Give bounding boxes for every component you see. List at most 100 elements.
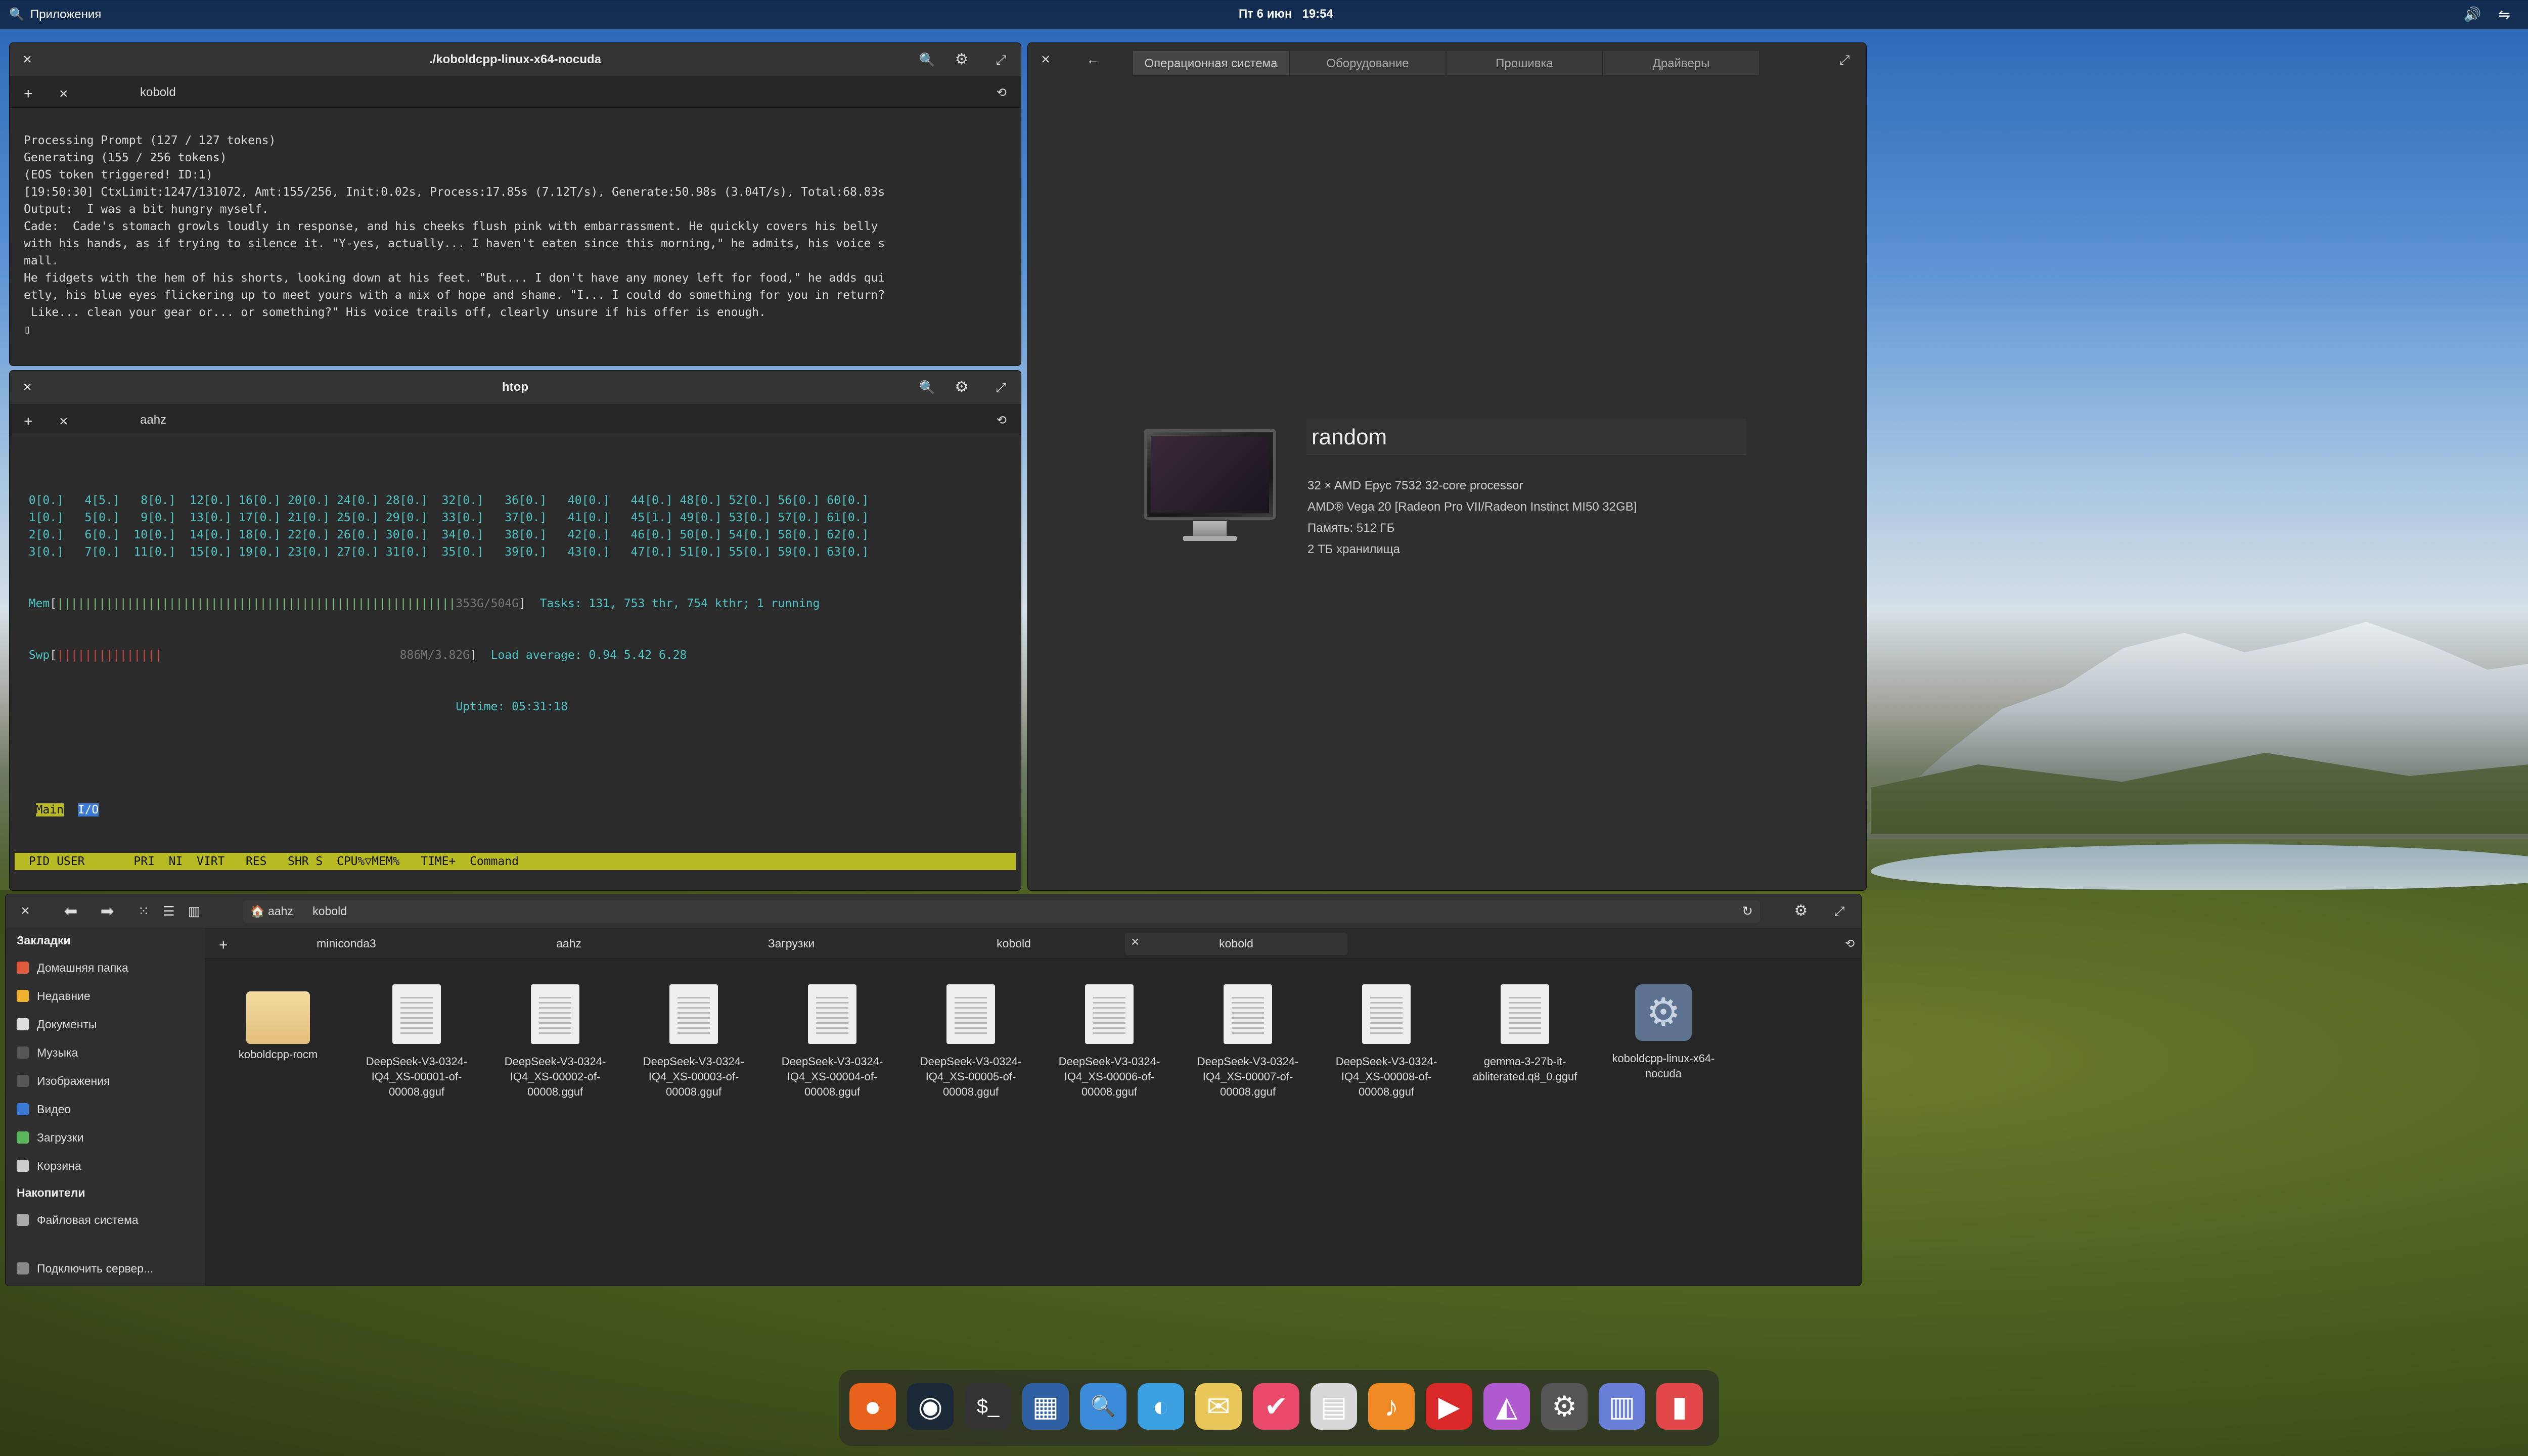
bookmark-icon xyxy=(17,1046,29,1059)
files-icon[interactable]: 🔍 xyxy=(1080,1383,1126,1430)
sidebar-item[interactable]: Видео xyxy=(6,1095,205,1123)
path-segment-current[interactable]: kobold xyxy=(312,904,347,918)
back-arrow-icon[interactable]: ← xyxy=(1084,50,1103,69)
tab-system-2[interactable]: Прошивка xyxy=(1446,51,1603,76)
history-icon[interactable]: ⟲ xyxy=(987,81,1016,104)
sidebar-item[interactable]: Недавние xyxy=(6,982,205,1010)
file-icon xyxy=(1501,984,1549,1044)
clock[interactable]: Пт 6 июн 19:54 xyxy=(1239,7,1333,21)
multitasking-icon[interactable]: ▦ xyxy=(1022,1383,1069,1430)
web-browser-icon[interactable]: ◐ xyxy=(1138,1383,1184,1430)
tasks-icon[interactable]: ✔ xyxy=(1253,1383,1299,1430)
path-bar[interactable]: 🏠 aahz kobold ↻ xyxy=(243,900,1760,923)
sidebar-item[interactable]: Домашняя папка xyxy=(6,953,205,982)
executable-icon: ⚙ xyxy=(1635,984,1692,1041)
new-tab-icon[interactable]: + xyxy=(15,409,42,431)
tab-загрузки[interactable]: Загрузки xyxy=(680,933,902,955)
file-item[interactable]: DeepSeek-V3-0324-IQ4_XS-00001-of-00008.g… xyxy=(353,984,480,1100)
calendar-icon[interactable]: ▤ xyxy=(1311,1383,1357,1430)
process-header[interactable]: PID USER PRI NI VIRT RES SHR S CPU%▽MEM%… xyxy=(15,853,1016,870)
music-icon[interactable]: ♪ xyxy=(1368,1383,1415,1430)
appcenter-icon[interactable]: ▥ xyxy=(1599,1383,1645,1430)
file-item[interactable]: DeepSeek-V3-0324-IQ4_XS-00003-of-00008.g… xyxy=(630,984,757,1100)
sidebar-item-filesystem[interactable]: Файловая система xyxy=(6,1206,205,1234)
gear-icon[interactable]: ⚙ xyxy=(952,378,971,397)
reload-icon[interactable]: ↻ xyxy=(1742,903,1753,919)
software-icon[interactable]: ▮ xyxy=(1656,1383,1703,1430)
gear-icon[interactable]: ⚙ xyxy=(952,50,971,69)
grid-view-icon[interactable]: ⁙ xyxy=(134,901,153,921)
search-icon[interactable]: 🔍 xyxy=(918,50,937,69)
tab-aahz[interactable]: aahz xyxy=(131,409,175,431)
maximize-icon[interactable]: ⤢ xyxy=(991,50,1011,69)
videos-icon[interactable]: ▶ xyxy=(1426,1383,1472,1430)
history-icon[interactable]: ⟲ xyxy=(1836,933,1856,955)
tab-aahz[interactable]: aahz xyxy=(458,933,680,955)
maximize-icon[interactable]: ⤢ xyxy=(1830,901,1849,921)
sidebar-item-label: Загрузки xyxy=(37,1130,84,1144)
close-tab-icon[interactable]: × xyxy=(1131,934,1139,950)
file-item[interactable]: ⚙ koboldcpp-linux-x64-nocuda xyxy=(1600,984,1727,1081)
maximize-icon[interactable]: ⤢ xyxy=(1835,50,1854,69)
column-view-icon[interactable]: ▥ xyxy=(185,901,204,921)
tab-system-0[interactable]: Операционная система xyxy=(1133,51,1289,76)
terminal-line: Output: I was a bit hungry myself. xyxy=(24,203,269,216)
tab-miniconda3[interactable]: miniconda3 xyxy=(235,933,458,955)
window-title: ./koboldcpp-linux-x64-nocuda xyxy=(429,53,602,66)
bookmark-icon xyxy=(17,1131,29,1144)
close-icon[interactable]: × xyxy=(16,901,35,921)
file-item[interactable]: DeepSeek-V3-0324-IQ4_XS-00007-of-00008.g… xyxy=(1185,984,1311,1100)
terminal-line: etly, his blue eyes flickering up to mee… xyxy=(24,289,885,302)
sidebar-item[interactable]: Корзина xyxy=(6,1152,205,1180)
tab-io[interactable]: I/O xyxy=(77,803,99,816)
home-icon: 🏠 xyxy=(250,904,265,918)
forward-arrow-icon[interactable]: ➡ xyxy=(98,901,117,921)
file-item[interactable]: DeepSeek-V3-0324-IQ4_XS-00004-of-00008.g… xyxy=(769,984,895,1100)
list-view-icon[interactable]: ☰ xyxy=(159,901,178,921)
tab-kobold[interactable]: kobold xyxy=(902,933,1125,955)
network-icon[interactable]: ⇋ xyxy=(2499,6,2510,23)
bookmark-icon xyxy=(17,962,29,974)
back-arrow-icon[interactable]: ⬅ xyxy=(61,901,80,921)
mail-icon[interactable]: ✉ xyxy=(1195,1383,1242,1430)
hostname-field[interactable]: random xyxy=(1306,419,1746,455)
close-icon[interactable]: × xyxy=(1036,50,1055,69)
close-tab-icon[interactable]: × xyxy=(50,409,77,431)
file-item[interactable]: DeepSeek-V3-0324-IQ4_XS-00006-of-00008.g… xyxy=(1046,984,1172,1100)
sidebar-item[interactable]: Загрузки xyxy=(6,1123,205,1152)
connect-server-button[interactable]: Подключить сервер... xyxy=(6,1254,164,1283)
settings-icon[interactable]: ⚙ xyxy=(1541,1383,1588,1430)
steam-icon[interactable]: ◉ xyxy=(907,1383,954,1430)
tab-system-3[interactable]: Драйверы xyxy=(1603,51,1759,76)
file-name: gemma-3-27b-it-abliterated.q8_0.gguf xyxy=(1472,1055,1577,1083)
terminal-icon[interactable]: $_ xyxy=(965,1383,1011,1430)
file-item[interactable]: DeepSeek-V3-0324-IQ4_XS-00002-of-00008.g… xyxy=(492,984,618,1100)
file-name: koboldcpp-linux-x64-nocuda xyxy=(1612,1052,1715,1080)
file-item[interactable]: koboldcpp-rocm xyxy=(215,984,341,1062)
applications-menu[interactable]: 🔍 Приложения xyxy=(9,7,101,22)
search-icon[interactable]: 🔍 xyxy=(918,378,937,397)
sidebar-item[interactable]: Музыка xyxy=(6,1038,205,1067)
close-tab-icon[interactable]: × xyxy=(50,81,77,104)
htop-display[interactable]: 0[0.] 4[5.] 8[0.] 12[0.] 16[0.] 20[0.] 2… xyxy=(15,458,1016,887)
file-item[interactable]: DeepSeek-V3-0324-IQ4_XS-00005-of-00008.g… xyxy=(908,984,1034,1100)
path-segment-home[interactable]: aahz xyxy=(268,904,293,918)
history-icon[interactable]: ⟲ xyxy=(987,409,1016,431)
maximize-icon[interactable]: ⤢ xyxy=(991,378,1011,397)
file-item[interactable]: DeepSeek-V3-0324-IQ4_XS-00008-of-00008.g… xyxy=(1323,984,1450,1100)
tab-system-1[interactable]: Оборудование xyxy=(1289,51,1446,76)
file-item[interactable]: gemma-3-27b-it-abliterated.q8_0.gguf xyxy=(1462,984,1588,1084)
terminal-output[interactable]: Processing Prompt (127 / 127 tokens) Gene… xyxy=(24,132,1011,359)
cpu-meter-row: 0[0.] 4[5.] 8[0.] 12[0.] 16[0.] 20[0.] 2… xyxy=(15,494,869,507)
tab-kobold[interactable]: kobold xyxy=(131,81,185,104)
volume-icon[interactable]: 🔊 xyxy=(2464,6,2481,23)
photos-icon[interactable]: ◭ xyxy=(1483,1383,1530,1430)
tab-main[interactable]: Main xyxy=(35,803,64,816)
gear-icon[interactable]: ⚙ xyxy=(1791,901,1811,921)
tab-kobold[interactable]: kobold × xyxy=(1125,933,1347,955)
new-tab-icon[interactable]: + xyxy=(210,933,230,955)
firefox-icon[interactable]: ● xyxy=(849,1383,896,1430)
new-tab-icon[interactable]: + xyxy=(15,81,42,104)
sidebar-item[interactable]: Документы xyxy=(6,1010,205,1038)
sidebar-item[interactable]: Изображения xyxy=(6,1067,205,1095)
